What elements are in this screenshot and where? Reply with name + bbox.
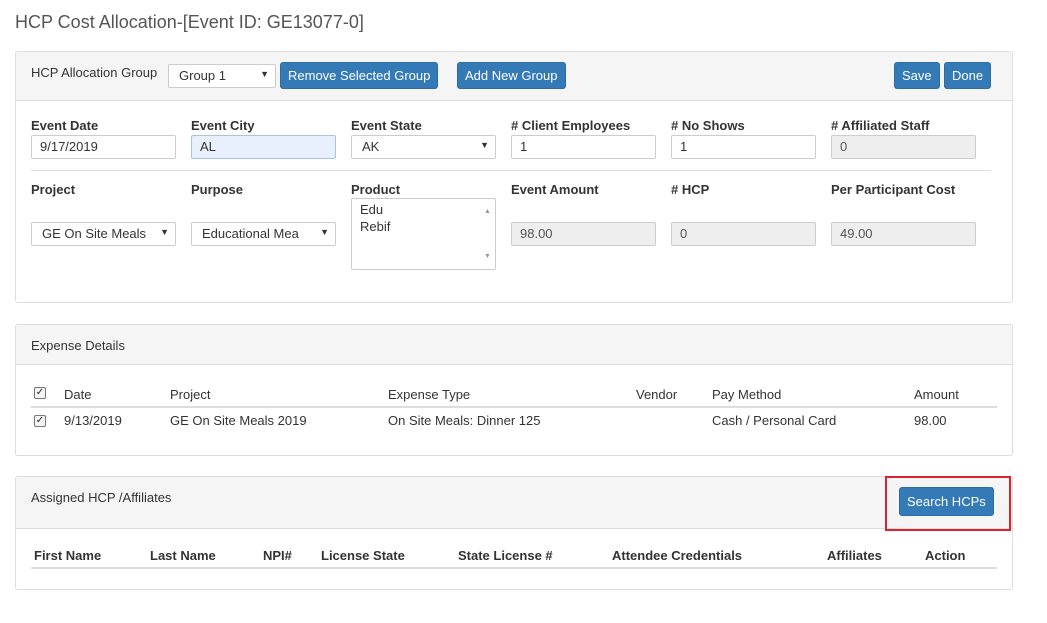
remove-selected-group-button[interactable]: Remove Selected Group: [280, 62, 439, 89]
event-amount-input: 98.00: [511, 222, 656, 246]
add-new-group-button[interactable]: Add New Group: [457, 62, 566, 89]
column-header-project: Project: [170, 387, 211, 402]
expense-details-title: Expense Details: [31, 338, 125, 353]
product-listbox[interactable]: Edu Rebif ▲ ▼: [351, 198, 496, 270]
column-header-expense-type: Expense Type: [388, 387, 471, 402]
page-title: HCP Cost Allocation-[Event ID: GE13077-0…: [15, 12, 364, 32]
expense-details-panel: Expense Details ✓ Date Project Expense T…: [15, 324, 1013, 456]
form-divider: [31, 170, 991, 171]
scroll-up-icon[interactable]: ▲: [484, 203, 491, 220]
per-participant-cost-input: 49.00: [831, 222, 976, 246]
column-header-state-license: State License #: [458, 548, 553, 563]
product-label: Product: [351, 182, 401, 197]
project-value: GE On Site Meals: [42, 226, 147, 241]
checkmark-icon: ✓: [35, 415, 45, 426]
column-header-first-name: First Name: [34, 548, 102, 563]
done-button[interactable]: Done: [944, 62, 992, 89]
product-option[interactable]: Edu: [360, 201, 487, 218]
table-header-divider: [31, 406, 997, 408]
assigned-hcp-panel: Assigned HCP /Affiliates Search HCPs Fir…: [15, 476, 1013, 590]
column-header-date: Date: [64, 387, 92, 402]
event-amount-label: Event Amount: [511, 182, 599, 197]
row-project: GE On Site Meals 2019: [170, 413, 307, 428]
row-expense-type: On Site Meals: Dinner 125: [388, 413, 541, 428]
hcp-table-header-divider: [31, 567, 997, 569]
project-select[interactable]: GE On Site Meals ▼: [31, 222, 176, 246]
column-header-npi: NPI#: [263, 548, 292, 563]
caret-down-icon: ▼: [320, 227, 329, 237]
caret-down-icon: ▼: [160, 227, 169, 237]
purpose-select[interactable]: Educational Mea ▼: [191, 222, 336, 246]
product-option[interactable]: Rebif: [360, 218, 487, 235]
client-employees-input[interactable]: 1: [511, 135, 656, 159]
event-state-select[interactable]: AK ▼: [351, 135, 496, 159]
scroll-down-icon[interactable]: ▼: [484, 248, 491, 265]
assigned-hcp-title: Assigned HCP /Affiliates: [31, 490, 172, 505]
row-checkbox[interactable]: ✓: [34, 415, 46, 427]
search-hcps-highlight: [885, 476, 1011, 531]
event-date-input[interactable]: 9/17/2019: [31, 135, 176, 159]
row-amount: 98.00: [914, 413, 947, 428]
column-header-pay-method: Pay Method: [712, 387, 782, 402]
product-scrollbar[interactable]: ▲ ▼: [481, 199, 495, 269]
no-shows-input[interactable]: 1: [671, 135, 816, 159]
column-header-license-state: License State: [321, 548, 405, 563]
column-header-action: Action: [925, 548, 966, 563]
allocation-group-label: HCP Allocation Group: [31, 65, 158, 80]
hcp-count-input: 0: [671, 222, 816, 246]
save-button[interactable]: Save: [894, 62, 940, 89]
row-date: 9/13/2019: [64, 413, 122, 428]
event-city-label: Event City: [191, 118, 255, 133]
allocation-group-value: Group 1: [179, 68, 226, 83]
column-header-attendee-credentials: Attendee Credentials: [612, 548, 743, 563]
row-pay-method: Cash / Personal Card: [712, 413, 837, 428]
expense-details-header: Expense Details: [16, 325, 1012, 365]
client-employees-label: # Client Employees: [511, 118, 631, 133]
column-header-vendor: Vendor: [636, 387, 678, 402]
allocation-group-select[interactable]: Group 1 ▼: [168, 64, 276, 88]
affiliated-staff-label: # Affiliated Staff: [831, 118, 930, 133]
caret-down-icon: ▼: [260, 69, 269, 79]
assigned-hcp-header: Assigned HCP /Affiliates Search HCPs: [16, 477, 1012, 529]
select-all-checkbox[interactable]: ✓: [34, 387, 46, 399]
event-date-label: Event Date: [31, 118, 99, 133]
column-header-amount: Amount: [914, 387, 959, 402]
column-header-last-name: Last Name: [150, 548, 216, 563]
caret-down-icon: ▼: [480, 140, 489, 150]
checkmark-icon: ✓: [35, 387, 45, 398]
allocation-panel: HCP Allocation Group Group 1 ▼ Remove Se…: [15, 51, 1013, 303]
allocation-panel-header: HCP Allocation Group Group 1 ▼ Remove Se…: [16, 52, 1012, 101]
per-participant-cost-label: Per Participant Cost: [831, 182, 956, 197]
event-state-value: AK: [362, 139, 380, 154]
purpose-label: Purpose: [191, 182, 244, 197]
event-city-input[interactable]: AL: [191, 135, 336, 159]
affiliated-staff-input: 0: [831, 135, 976, 159]
event-state-label: Event State: [351, 118, 422, 133]
no-shows-label: # No Shows: [671, 118, 745, 133]
column-header-affiliates: Affiliates: [827, 548, 882, 563]
purpose-value: Educational Mea: [202, 226, 299, 241]
project-label: Project: [31, 182, 76, 197]
hcp-count-label: # HCP: [671, 182, 710, 197]
